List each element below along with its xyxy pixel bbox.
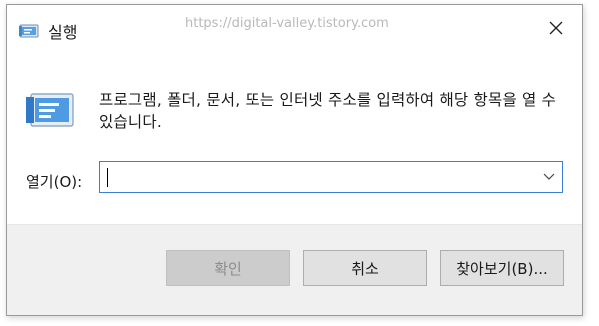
browse-button[interactable]: 찾아보기(B)... — [440, 250, 564, 286]
window-title: 실행 — [48, 23, 78, 42]
title-bar: 실행 https://digital-valley.tistory.com — [7, 5, 582, 55]
watermark-text: https://digital-valley.tistory.com — [185, 16, 389, 31]
open-combobox[interactable] — [99, 161, 563, 193]
open-input[interactable] — [100, 162, 536, 192]
chevron-down-icon — [543, 173, 555, 180]
close-icon — [548, 20, 564, 40]
close-button[interactable] — [530, 5, 582, 55]
description-text: 프로그램, 폴더, 문서, 또는 인터넷 주소를 입력하여 해당 항목을 열 수… — [99, 91, 557, 131]
dialog-content: 프로그램, 폴더, 문서, 또는 인터넷 주소를 입력하여 해당 항목을 열 수… — [7, 55, 582, 227]
run-icon — [25, 91, 75, 129]
text-caret — [107, 168, 108, 187]
run-icon — [19, 23, 41, 39]
run-dialog: 실행 https://digital-valley.tistory.com 프로… — [6, 4, 583, 316]
dropdown-button[interactable] — [536, 162, 562, 192]
open-label: 열기(O): — [26, 173, 83, 191]
ok-button[interactable]: 확인 — [166, 250, 290, 286]
cancel-button[interactable]: 취소 — [303, 250, 427, 286]
button-bar: 확인 취소 찾아보기(B)... — [7, 224, 582, 315]
